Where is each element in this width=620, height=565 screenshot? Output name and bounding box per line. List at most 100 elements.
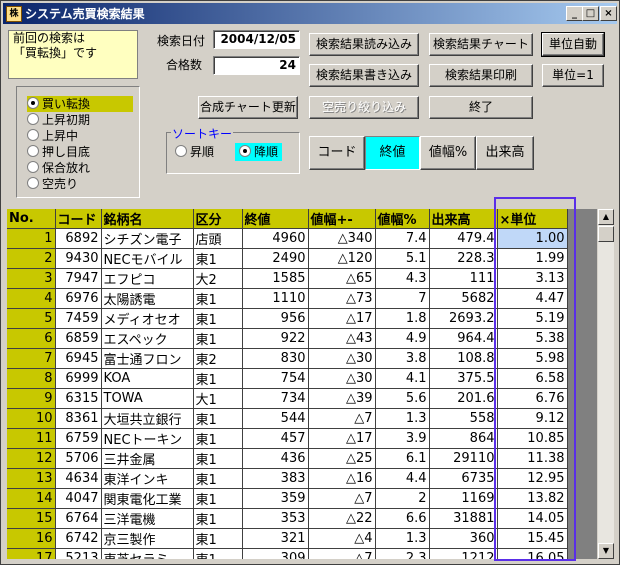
- table-row[interactable]: 4 6976 太陽誘電 東1 1110 △73 7 5682 4.47: [7, 288, 568, 309]
- radio-dip-bottom[interactable]: 押し目底: [27, 144, 90, 160]
- table-cell[interactable]: △39: [308, 388, 376, 409]
- table-cell[interactable]: 4.4: [375, 468, 430, 489]
- write-results-button[interactable]: 検索結果書き込み: [309, 64, 419, 87]
- radio-short-sell[interactable]: 空売り: [27, 176, 78, 192]
- table-cell[interactable]: △43: [308, 328, 376, 349]
- table-cell[interactable]: 359: [242, 488, 309, 509]
- table-cell[interactable]: 1585: [242, 268, 309, 289]
- table-cell[interactable]: 富士通フロン: [101, 348, 194, 369]
- table-row[interactable]: 7 6945 富士通フロン 東2 830 △30 3.8 108.8 5.98: [7, 348, 568, 369]
- table-cell[interactable]: 東1: [193, 508, 243, 529]
- table-cell[interactable]: △7: [308, 548, 376, 559]
- table-cell[interactable]: NECトーキン: [101, 428, 194, 449]
- table-cell[interactable]: 864: [429, 428, 498, 449]
- table-cell[interactable]: 734: [242, 388, 309, 409]
- table-cell[interactable]: 大2: [193, 268, 243, 289]
- table-cell[interactable]: 4.1: [375, 368, 430, 389]
- radio-rising[interactable]: 上昇中: [27, 128, 78, 144]
- table-cell[interactable]: △22: [308, 508, 376, 529]
- table-cell[interactable]: シチズン電子: [101, 228, 194, 249]
- table-cell[interactable]: メディオセオ: [101, 308, 194, 329]
- row-number[interactable]: 15: [7, 508, 56, 529]
- table-cell[interactable]: 375.5: [429, 368, 498, 389]
- print-results-button[interactable]: 検索結果印刷: [429, 64, 533, 87]
- table-cell[interactable]: △16: [308, 468, 376, 489]
- table-cell[interactable]: 7: [375, 288, 430, 309]
- title-bar[interactable]: 株 システム売買検索結果 _ □ ×: [3, 3, 617, 24]
- table-cell[interactable]: 6976: [55, 288, 102, 309]
- table-cell[interactable]: 360: [429, 528, 498, 549]
- table-cell[interactable]: 1169: [429, 488, 498, 509]
- table-cell[interactable]: 29110: [429, 448, 498, 469]
- table-cell[interactable]: KOA: [101, 368, 194, 389]
- table-cell[interactable]: 5.6: [375, 388, 430, 409]
- table-cell[interactable]: 4.9: [375, 328, 430, 349]
- table-cell[interactable]: 108.8: [429, 348, 498, 369]
- exit-button[interactable]: 終了: [429, 96, 533, 119]
- table-cell[interactable]: 大垣共立銀行: [101, 408, 194, 429]
- table-cell[interactable]: 三井金属: [101, 448, 194, 469]
- table-cell[interactable]: 2.3: [375, 548, 430, 559]
- scroll-thumb[interactable]: [598, 226, 614, 242]
- table-cell[interactable]: 4634: [55, 468, 102, 489]
- table-cell[interactable]: 4960: [242, 228, 309, 249]
- table-cell[interactable]: 東2: [193, 348, 243, 369]
- vertical-scrollbar[interactable]: ▲ ▼: [598, 209, 614, 559]
- radio-buy-reversal[interactable]: 買い転換: [27, 96, 133, 112]
- table-row[interactable]: 15 6764 三洋電機 東1 353 △22 6.6 31881 14.05: [7, 508, 568, 529]
- table-cell[interactable]: 1.8: [375, 308, 430, 329]
- table-cell[interactable]: 6742: [55, 528, 102, 549]
- table-cell[interactable]: 6759: [55, 428, 102, 449]
- row-number[interactable]: 5: [7, 308, 56, 329]
- table-cell[interactable]: 6764: [55, 508, 102, 529]
- table-cell[interactable]: 8361: [55, 408, 102, 429]
- table-row[interactable]: 175213東芝セラミ東1309△72.3121216.05: [7, 548, 568, 559]
- table-cell[interactable]: △30: [308, 368, 376, 389]
- table-cell[interactable]: 6315: [55, 388, 102, 409]
- row-number[interactable]: 1: [7, 228, 56, 249]
- table-cell[interactable]: 東1: [193, 288, 243, 309]
- sort-code-button[interactable]: コード: [309, 136, 365, 170]
- table-cell[interactable]: 東1: [193, 448, 243, 469]
- close-button[interactable]: ×: [600, 6, 617, 21]
- sort-close-button[interactable]: 終値: [365, 136, 420, 170]
- table-cell[interactable]: 7947: [55, 268, 102, 289]
- table-cell[interactable]: 964.4: [429, 328, 498, 349]
- table-row[interactable]: 13 4634 東洋インキ 東1 383 △16 4.4 6735 12.95: [7, 468, 568, 489]
- table-cell[interactable]: △25: [308, 448, 376, 469]
- column-header[interactable]: 値幅+-: [308, 209, 376, 229]
- table-cell[interactable]: TOWA: [101, 388, 194, 409]
- row-number[interactable]: 8: [7, 368, 56, 389]
- table-cell[interactable]: 228.3: [429, 248, 498, 269]
- table-row[interactable]: 8 6999 KOA 東1 754 △30 4.1 375.5 6.58: [7, 368, 568, 389]
- table-cell[interactable]: 6735: [429, 468, 498, 489]
- table-cell[interactable]: △7: [308, 488, 376, 509]
- sort-volume-button[interactable]: 出来高: [476, 136, 534, 170]
- table-cell[interactable]: 6999: [55, 368, 102, 389]
- table-cell[interactable]: 5682: [429, 288, 498, 309]
- maximize-button[interactable]: □: [582, 6, 599, 21]
- table-cell[interactable]: 東1: [193, 328, 243, 349]
- row-number[interactable]: 16: [7, 528, 56, 549]
- row-number[interactable]: 3: [7, 268, 56, 289]
- row-number[interactable]: 17: [7, 548, 56, 559]
- table-cell[interactable]: △73: [308, 288, 376, 309]
- short-filter-button[interactable]: 空売り絞り込み: [309, 96, 419, 119]
- table-cell[interactable]: 4047: [55, 488, 102, 509]
- table-cell[interactable]: 東1: [193, 248, 243, 269]
- table-cell[interactable]: △30: [308, 348, 376, 369]
- table-cell[interactable]: △17: [308, 308, 376, 329]
- table-cell[interactable]: 東1: [193, 368, 243, 389]
- table-cell[interactable]: 558: [429, 408, 498, 429]
- row-number[interactable]: 12: [7, 448, 56, 469]
- row-number[interactable]: 9: [7, 388, 56, 409]
- table-row[interactable]: 16 6742 京三製作 東1 321 △4 1.3 360 15.45: [7, 528, 568, 549]
- table-cell[interactable]: 2490: [242, 248, 309, 269]
- table-cell[interactable]: NECモバイル: [101, 248, 194, 269]
- table-cell[interactable]: 922: [242, 328, 309, 349]
- table-cell[interactable]: 5.1: [375, 248, 430, 269]
- table-cell[interactable]: 6859: [55, 328, 102, 349]
- table-row[interactable]: 6 6859 エスペック 東1 922 △43 4.9 964.4 5.38: [7, 328, 568, 349]
- table-cell[interactable]: 1.3: [375, 408, 430, 429]
- table-cell[interactable]: 5706: [55, 448, 102, 469]
